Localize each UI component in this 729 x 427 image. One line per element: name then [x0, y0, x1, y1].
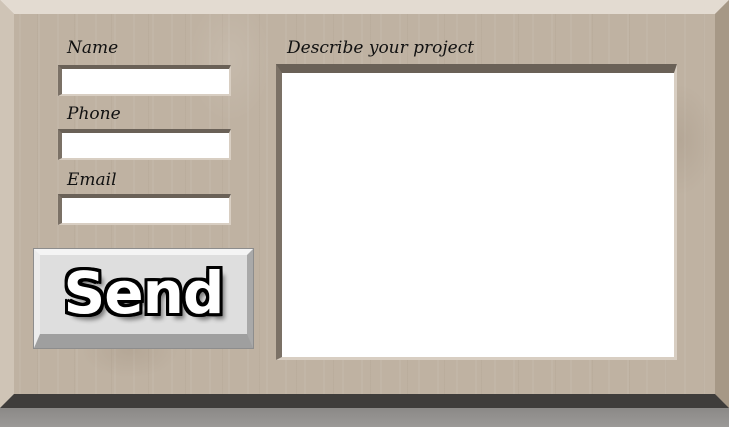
phone-label: Phone [67, 104, 121, 124]
board-base-shadow [0, 408, 729, 427]
project-description-textarea[interactable] [276, 64, 677, 360]
board-bevel-top [0, 0, 729, 14]
email-label: Email [67, 170, 117, 190]
name-label: Name [67, 38, 119, 58]
send-button[interactable]: Send [34, 249, 253, 348]
phone-input[interactable] [58, 129, 231, 160]
board-bevel-left [0, 0, 14, 408]
contact-form-stage: Name Phone Email Describe your project S… [0, 0, 729, 427]
project-description-label: Describe your project [287, 38, 475, 58]
name-input[interactable] [58, 65, 231, 96]
board-bevel-bottom [0, 394, 729, 408]
email-input[interactable] [58, 194, 231, 225]
board-bevel-right [715, 0, 729, 408]
send-button-label: Send [63, 258, 225, 327]
